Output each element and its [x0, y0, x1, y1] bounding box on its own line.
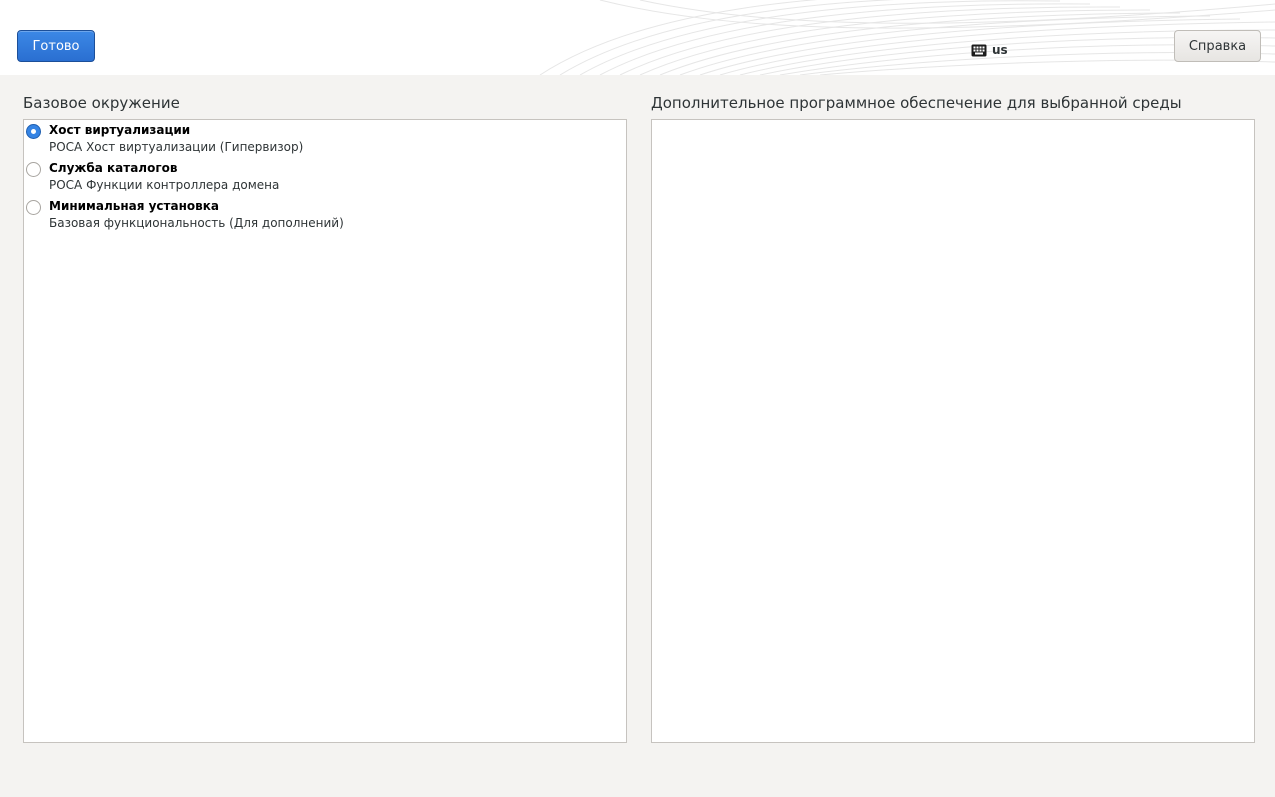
- keyboard-layout-indicator[interactable]: us: [971, 42, 1008, 58]
- help-button[interactable]: Справка: [1174, 30, 1261, 62]
- environment-description: РОСА Функции контроллера домена: [49, 178, 280, 192]
- environment-name: Служба каталогов: [49, 161, 178, 175]
- radio-button-selected[interactable]: [26, 124, 41, 139]
- environment-option-directory-service[interactable]: Служба каталогов РОСА Функции контроллер…: [26, 160, 279, 194]
- environment-description: Базовая функциональность (Для дополнений…: [49, 216, 344, 230]
- environment-option-virtualization-host[interactable]: Хост виртуализации РОСА Хост виртуализац…: [26, 122, 303, 156]
- keyboard-icon: [971, 44, 987, 56]
- header-decoration: [539, 0, 1275, 75]
- environment-description: РОСА Хост виртуализации (Гипервизор): [49, 140, 304, 154]
- base-environment-title: Базовое окружение: [23, 94, 180, 112]
- additional-software-title: Дополнительное программное обеспечение д…: [651, 94, 1182, 112]
- environment-name: Хост виртуализации: [49, 123, 191, 137]
- radio-button[interactable]: [26, 200, 41, 215]
- environment-name: Минимальная установка: [49, 199, 219, 213]
- top-bar: Готово us Справка: [0, 0, 1275, 75]
- radio-button[interactable]: [26, 162, 41, 177]
- keyboard-layout-label: us: [992, 43, 1008, 57]
- additional-software-list: [651, 119, 1255, 743]
- base-environment-list: Хост виртуализации РОСА Хост виртуализац…: [23, 119, 627, 743]
- environment-option-minimal-install[interactable]: Минимальная установка Базовая функционал…: [26, 198, 344, 232]
- done-button[interactable]: Готово: [17, 30, 95, 62]
